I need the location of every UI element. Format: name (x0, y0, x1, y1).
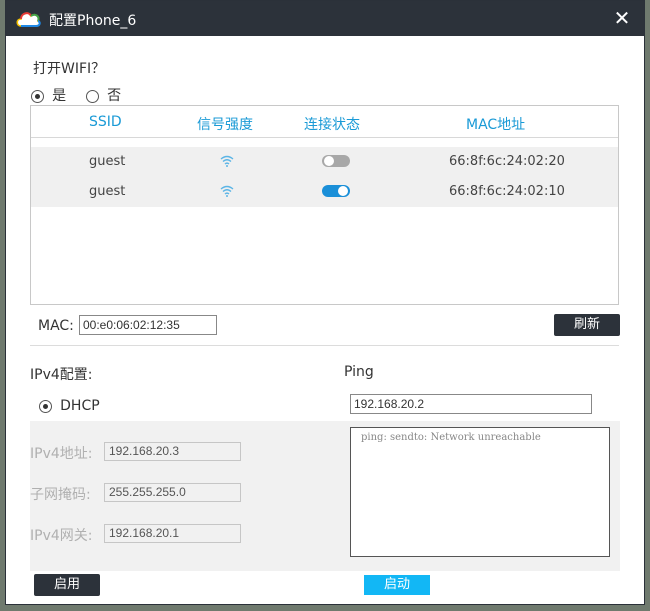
wifi-signal-icon (220, 155, 234, 167)
column-status: 连接状态 (304, 117, 360, 133)
title-bar[interactable]: 配置Phone_6 ✕ (6, 1, 644, 36)
wifi-signal-icon (220, 185, 234, 197)
column-mac: MAC地址 (466, 117, 526, 133)
wifi-no-label: 否 (107, 88, 122, 104)
row-mac: 66:8f:6c:24:02:10 (449, 184, 565, 199)
row-ssid: guest (89, 154, 126, 169)
ping-target-input[interactable] (350, 394, 592, 414)
ping-output-box[interactable]: ping: sendto: Network unreachable (350, 427, 610, 557)
start-ping-button[interactable]: 启动 (364, 575, 430, 595)
table-row[interactable]: guest 66:8f:6c:24:02:20 (31, 147, 618, 177)
mac-label: MAC: (38, 318, 74, 334)
section-divider (30, 345, 619, 346)
table-body: guest 66:8f:6c:24:02:20 guest 66:8f:6c:2… (31, 147, 618, 207)
wifi-yes-option[interactable]: 是 (31, 85, 66, 105)
ping-heading: Ping (344, 364, 374, 380)
apply-button[interactable]: 启用 (34, 574, 100, 596)
window-title: 配置Phone_6 (49, 13, 137, 29)
dhcp-label: DHCP (60, 398, 100, 414)
row-ssid: guest (89, 184, 126, 199)
refresh-button[interactable]: 刷新 (554, 314, 620, 336)
ipv4-address-label: IPv4地址: (30, 446, 93, 462)
cloud-logo-icon (16, 12, 41, 27)
subnet-mask-label: 子网掩码: (30, 487, 91, 503)
ipv4-heading: IPv4配置: (30, 367, 93, 383)
wifi-yes-label: 是 (52, 88, 67, 104)
wifi-yes-radio[interactable] (31, 90, 44, 103)
mac-input[interactable] (79, 315, 217, 335)
dhcp-option[interactable]: DHCP (39, 398, 100, 414)
connection-toggle[interactable] (322, 155, 350, 167)
wifi-network-table: SSID 信号强度 连接状态 MAC地址 guest 66:8f:6c:24:0… (30, 105, 619, 305)
wifi-no-radio[interactable] (86, 90, 99, 103)
row-mac: 66:8f:6c:24:02:20 (449, 154, 565, 169)
column-signal: 信号强度 (197, 117, 253, 133)
column-ssid: SSID (89, 114, 122, 130)
gateway-label: IPv4网关: (30, 528, 93, 544)
config-dialog: 配置Phone_6 ✕ 打开WIFI？ 是 否 SSID 信号强度 连接状态 M… (5, 0, 645, 605)
wifi-question: 打开WIFI？ (33, 61, 106, 77)
table-header: SSID 信号强度 连接状态 MAC地址 (31, 106, 618, 138)
close-icon[interactable]: ✕ (612, 8, 632, 28)
table-row[interactable]: guest 66:8f:6c:24:02:10 (31, 177, 618, 207)
gateway-field: 192.168.20.1 (104, 524, 241, 543)
connection-toggle[interactable] (322, 185, 350, 197)
wifi-no-option[interactable]: 否 (86, 85, 121, 105)
dhcp-radio[interactable] (39, 400, 52, 413)
subnet-mask-field: 255.255.255.0 (104, 483, 241, 502)
ipv4-address-field: 192.168.20.3 (104, 442, 241, 461)
